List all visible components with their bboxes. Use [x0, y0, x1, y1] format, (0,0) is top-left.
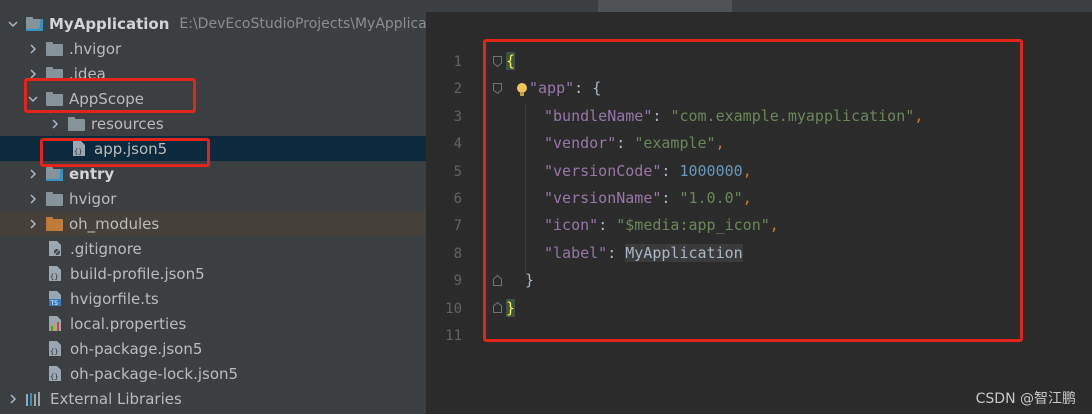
module-folder-icon — [26, 16, 43, 31]
excluded-folder-icon — [46, 216, 63, 231]
line-number: 11 — [445, 328, 462, 344]
tree-item-label: local.properties — [70, 314, 187, 333]
line-number: 7 — [453, 218, 462, 234]
tree-item-label: oh-package-lock.json5 — [70, 364, 239, 383]
chevron-right-icon[interactable] — [26, 42, 40, 56]
root-label: MyApplication — [49, 14, 170, 33]
tree-item-hvigor[interactable]: hvigor — [0, 186, 426, 211]
line-number: 4 — [453, 136, 462, 152]
annotation-box-code — [483, 39, 1023, 342]
tree-item-label: oh_modules — [69, 214, 160, 233]
root-path: E:\DevEcoStudioProjects\MyApplica — [179, 15, 426, 32]
chevron-right-icon[interactable] — [6, 392, 20, 406]
tree-item-label: .gitignore — [70, 239, 142, 258]
editor-tab-strip — [426, 0, 1092, 12]
tree-item-label: resources — [91, 114, 164, 133]
line-number: 8 — [453, 246, 462, 262]
typescript-file-icon: TS — [48, 290, 62, 307]
editor-tab-active[interactable] — [598, 0, 732, 12]
line-number: 9 — [453, 273, 462, 289]
json5-file-icon: {} — [48, 265, 62, 282]
annotation-box-app-json5 — [40, 138, 210, 167]
line-number: 10 — [445, 301, 462, 317]
tree-item-local-properties[interactable]: local.properties — [0, 311, 426, 336]
chevron-down-icon[interactable] — [6, 17, 20, 31]
line-number: 5 — [453, 164, 462, 180]
tree-item-resources[interactable]: resources — [0, 111, 426, 136]
svg-text:{}: {} — [50, 348, 58, 356]
tree-item-build-profile[interactable]: {} build-profile.json5 — [0, 261, 426, 286]
tree-item-label: entry — [69, 164, 115, 183]
watermark: CSDN @智江鹏 — [975, 391, 1076, 407]
tree-item-external-libraries[interactable]: External Libraries — [0, 386, 426, 411]
libraries-icon — [26, 391, 44, 407]
tree-item-hvigorfile[interactable]: TS hvigorfile.ts — [0, 286, 426, 311]
chevron-right-icon[interactable] — [48, 117, 62, 131]
ignore-file-icon — [48, 240, 62, 257]
svg-text:{}: {} — [50, 373, 58, 381]
tree-item-oh-package-lock[interactable]: {} oh-package-lock.json5 — [0, 361, 426, 386]
editor-tab[interactable] — [426, 0, 596, 12]
folder-icon — [46, 41, 63, 56]
chevron-right-icon[interactable] — [26, 217, 40, 231]
tree-item-hvigor-dir[interactable]: .hvigor — [0, 36, 426, 61]
chevron-right-icon[interactable] — [26, 167, 40, 181]
folder-icon — [46, 191, 63, 206]
json5-file-icon: {} — [48, 340, 62, 357]
annotation-box-appscope — [24, 78, 196, 113]
tree-item-label: hvigorfile.ts — [70, 289, 159, 308]
line-number: 1 — [453, 54, 462, 70]
folder-icon — [68, 116, 85, 131]
tree-item-label: build-profile.json5 — [70, 264, 205, 283]
tree-item-label: hvigor — [69, 189, 117, 208]
line-number: 3 — [453, 109, 462, 125]
chevron-right-icon[interactable] — [26, 192, 40, 206]
tree-item-label: External Libraries — [50, 389, 182, 408]
line-number: 2 — [453, 81, 462, 97]
svg-text:{}: {} — [50, 273, 58, 281]
tree-item-label: .hvigor — [69, 39, 122, 58]
project-tree: MyApplication E:\DevEcoStudioProjects\My… — [0, 0, 426, 414]
module-folder-icon — [46, 166, 63, 181]
line-number: 6 — [453, 191, 462, 207]
code-editor[interactable]: 1 2 3 4 5 6 7 8 9 10 11 { "app": { "bund… — [426, 12, 1092, 414]
svg-text:TS: TS — [50, 300, 59, 307]
tree-item-oh-modules[interactable]: oh_modules — [0, 211, 426, 236]
tree-root[interactable]: MyApplication E:\DevEcoStudioProjects\My… — [0, 11, 426, 36]
tree-item-label: oh-package.json5 — [70, 339, 203, 358]
tree-item-oh-package[interactable]: {} oh-package.json5 — [0, 336, 426, 361]
tree-item-gitignore[interactable]: .gitignore — [0, 236, 426, 261]
json5-file-icon: {} — [48, 365, 62, 382]
properties-file-icon — [48, 315, 62, 332]
editor-tab[interactable] — [734, 0, 954, 12]
